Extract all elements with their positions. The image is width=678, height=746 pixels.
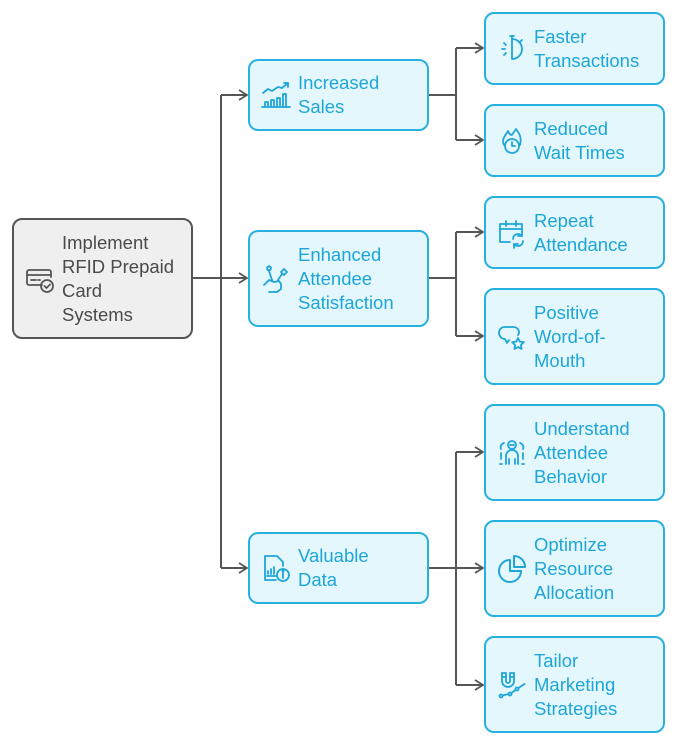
pie-chart-icon — [498, 554, 526, 583]
connector-data-trunk — [428, 452, 457, 685]
node-faster-transactions[interactable]: Faster Transactions — [484, 12, 665, 85]
node-label: Enhanced Attendee Satisfaction — [298, 243, 394, 313]
node-reduced-wait-times[interactable]: Reduced Wait Times — [484, 104, 665, 177]
node-label: Optimize Resource Allocation — [534, 533, 615, 603]
calendar-repeat-icon — [499, 219, 524, 249]
connector-satisfaction-trunk — [428, 232, 457, 336]
node-label: Tailor Marketing Strategies — [534, 649, 618, 719]
node-increased-sales[interactable]: Increased Sales — [248, 59, 429, 131]
data-info-icon — [264, 555, 290, 582]
stopwatch-icon — [501, 34, 523, 60]
root-label: Implement RFID Prepaid Card Systems — [62, 231, 175, 325]
node-optimize-resource-allocation[interactable]: Optimize Resource Allocation — [484, 520, 665, 617]
card-check-icon — [26, 268, 54, 293]
node-label: Faster Transactions — [534, 25, 640, 71]
hand-satisfaction-icon — [263, 264, 288, 293]
node-positive-word-of-mouth[interactable]: Positive Word-of- Mouth — [484, 288, 665, 385]
person-analysis-icon — [499, 439, 525, 465]
sales-growth-chart-icon — [261, 82, 291, 108]
node-label: Reduced Wait Times — [534, 117, 625, 163]
node-understand-attendee-behavior[interactable]: Understand Attendee Behavior — [484, 404, 665, 501]
connector-sales-trunk — [428, 48, 457, 140]
node-label: Increased Sales — [298, 72, 380, 117]
magnet-marketing-icon — [498, 671, 526, 698]
root-node[interactable]: Implement RFID Prepaid Card Systems — [12, 218, 193, 339]
node-label: Valuable Data — [298, 545, 369, 590]
node-tailor-marketing-strategies[interactable]: Tailor Marketing Strategies — [484, 636, 665, 733]
node-valuable-data[interactable]: Valuable Data — [248, 532, 429, 604]
node-enhanced-attendee-satisfaction[interactable]: Enhanced Attendee Satisfaction — [248, 230, 429, 327]
node-label: Understand Attendee Behavior — [534, 417, 630, 487]
node-label: Positive Word-of- Mouth — [534, 301, 606, 371]
node-label: Repeat Attendance — [534, 209, 628, 255]
node-repeat-attendance[interactable]: Repeat Attendance — [484, 196, 665, 269]
fire-clock-icon — [502, 127, 522, 154]
mind-map-diagram: Implement RFID Prepaid Card Systems Incr… — [0, 0, 678, 746]
speech-star-icon — [498, 325, 525, 350]
